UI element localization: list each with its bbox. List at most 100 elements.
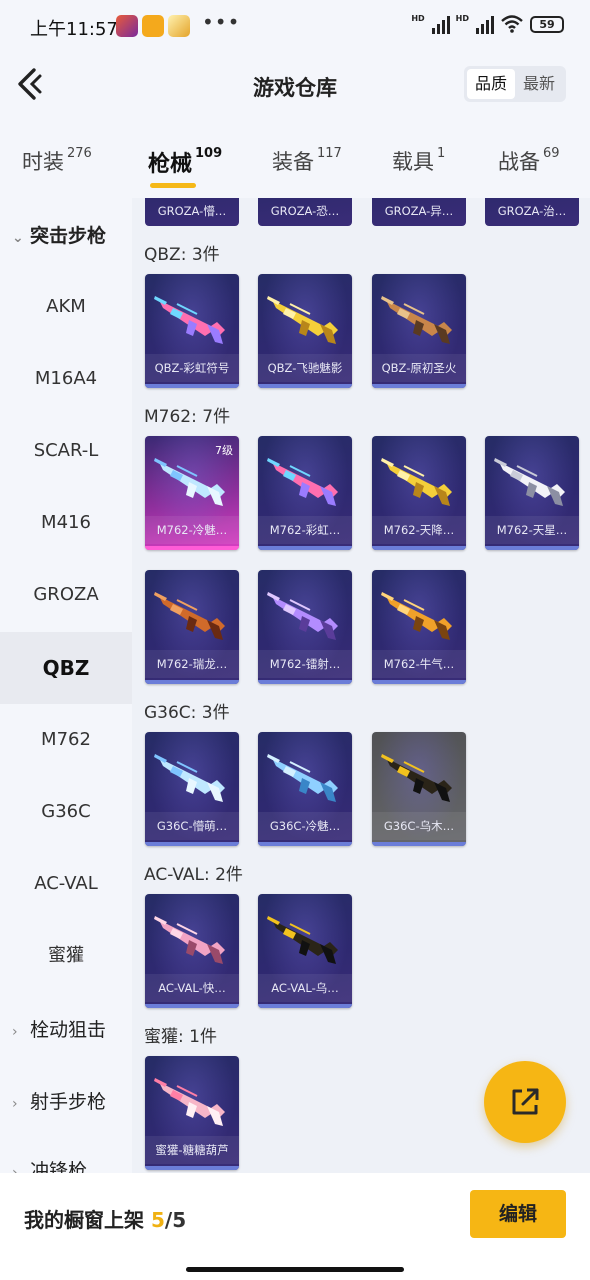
sidebar-item-akm[interactable]: AKM — [0, 271, 132, 343]
weapon-card[interactable]: GROZA-懵… — [145, 198, 239, 226]
weapon-name: QBZ-飞驰魅影 — [258, 354, 352, 382]
rifle-icon — [267, 916, 338, 964]
weapon-name: M762-瑞龙… — [145, 650, 239, 678]
section-title-ac-val: AC-VAL: 2件 — [144, 865, 243, 885]
weapon-name: M762-镭射… — [258, 650, 352, 678]
rarity-bar — [372, 384, 466, 388]
sidebar-item-m416[interactable]: M416 — [0, 487, 132, 559]
rarity-bar — [372, 842, 466, 846]
weapon-card[interactable]: G36C-乌木… — [372, 732, 466, 846]
rifle-icon — [154, 1078, 225, 1126]
share-icon — [512, 1088, 539, 1115]
weapon-name: G36C-懵萌… — [145, 812, 239, 840]
weapon-card[interactable]: GROZA-异… — [372, 198, 466, 226]
weapon-card[interactable]: 7级 M762-冷魅… — [145, 436, 239, 550]
rifle-icon — [267, 754, 338, 802]
weapon-card[interactable]: QBZ-原初圣火 — [372, 274, 466, 388]
sidebar-item-groza[interactable]: GROZA — [0, 559, 132, 631]
weapon-card[interactable]: 蜜獾-糖糖葫芦 — [145, 1056, 239, 1170]
tab-count: 1 — [437, 146, 446, 161]
tab-count: 109 — [195, 146, 223, 161]
tab-battle-prep[interactable]: 战备 69 — [498, 146, 560, 176]
weapon-name: M762-彩虹… — [258, 516, 352, 544]
rifle-icon — [494, 458, 565, 506]
weapon-name: GROZA-异… — [384, 204, 454, 218]
weapon-card[interactable]: AC-VAL-快… — [145, 894, 239, 1008]
weapon-card[interactable]: GROZA-治… — [485, 198, 579, 226]
weapon-name: M762-天星… — [485, 516, 579, 544]
chevron-right-icon: › — [12, 1165, 18, 1173]
weapon-card[interactable]: GROZA-恐… — [258, 198, 352, 226]
sidebar-item-qbz[interactable]: QBZ — [0, 632, 132, 704]
status-time: 上午11:57 — [30, 19, 118, 40]
weapon-card[interactable]: QBZ-飞驰魅影 — [258, 274, 352, 388]
home-indicator[interactable] — [186, 1267, 404, 1272]
weapon-card[interactable]: M762-天星… — [485, 436, 579, 550]
sidebar-item-honey-badger[interactable]: 蜜獾 — [0, 920, 132, 992]
edit-button[interactable]: 编辑 — [470, 1190, 566, 1238]
sidebar-item-m762[interactable]: M762 — [0, 704, 132, 776]
rifle-icon — [381, 296, 452, 344]
weapon-name: G36C-冷魅… — [258, 812, 352, 840]
weapon-card[interactable]: M762-天降… — [372, 436, 466, 550]
rarity-bar — [258, 1004, 352, 1008]
rarity-bar — [372, 546, 466, 550]
weapon-name: AC-VAL-快… — [145, 974, 239, 1002]
weapon-card[interactable]: G36C-冷魅… — [258, 732, 352, 846]
weapon-name: GROZA-恐… — [270, 204, 340, 218]
weapon-name: GROZA-治… — [497, 204, 567, 218]
rifle-icon — [154, 916, 225, 964]
section-title-g36c: G36C: 3件 — [144, 703, 230, 723]
signal-icon — [431, 14, 450, 34]
rifle-icon — [381, 754, 452, 802]
rifle-icon — [267, 296, 338, 344]
sort-option-quality[interactable]: 品质 — [466, 69, 515, 99]
tab-costume[interactable]: 时装 276 — [22, 146, 92, 176]
tab-label: 战备 — [498, 150, 540, 174]
category-tabs: 时装 276 枪械 109 装备 117 载具 1 战备 69 — [0, 122, 590, 198]
sort-toggle: 品质 最新 — [463, 66, 566, 102]
weapon-card[interactable]: AC-VAL-乌… — [258, 894, 352, 1008]
rifle-icon — [154, 592, 225, 640]
sidebar-group-bolt-sniper[interactable]: › 栓动狙击 — [12, 1012, 106, 1048]
sidebar-group-label: 冲锋枪 — [30, 1160, 88, 1173]
weapon-card[interactable]: M762-瑞龙… — [145, 570, 239, 684]
weapon-grid: GROZA-懵… GROZA-恐… GROZA-异… GROZA-治… QBZ:… — [132, 198, 590, 1173]
sidebar-item-scar-l[interactable]: SCAR-L — [0, 415, 132, 487]
sidebar-group-label: 栓动狙击 — [30, 1019, 107, 1041]
sidebar-group-marksman-rifle[interactable]: › 射手步枪 — [12, 1084, 106, 1120]
weapon-card[interactable]: M762-彩虹… — [258, 436, 352, 550]
weapon-card[interactable]: M762-镭射… — [258, 570, 352, 684]
weapon-card[interactable]: G36C-懵萌… — [145, 732, 239, 846]
section-title-m762: M762: 7件 — [144, 407, 231, 427]
tab-guns[interactable]: 枪械 109 — [148, 146, 223, 188]
notification-app-icon-note — [142, 15, 164, 37]
wifi-icon — [501, 15, 523, 33]
tab-count: 69 — [543, 146, 560, 161]
rifle-icon — [381, 458, 452, 506]
sidebar-group-smg[interactable]: › 冲锋枪 — [12, 1153, 87, 1173]
weapon-card[interactable]: QBZ-彩虹符号 — [145, 274, 239, 388]
rifle-icon — [154, 296, 225, 344]
share-button[interactable] — [484, 1061, 566, 1143]
sidebar-item-g36c[interactable]: G36C — [0, 776, 132, 848]
more-notifications-icon: ••• — [202, 10, 241, 34]
tab-label: 时装 — [22, 150, 64, 174]
rarity-bar — [258, 680, 352, 684]
level-badge: 7级 — [215, 444, 233, 457]
rarity-bar — [258, 842, 352, 846]
rarity-bar — [145, 384, 239, 388]
sidebar-group-assault-rifle[interactable]: ⌄ 突击步枪 — [12, 218, 106, 254]
rarity-bar — [145, 1166, 239, 1170]
sidebar-item-m16a4[interactable]: M16A4 — [0, 343, 132, 415]
sidebar-group-label: 突击步枪 — [30, 225, 107, 247]
sidebar-item-ac-val[interactable]: AC-VAL — [0, 848, 132, 920]
weapon-card[interactable]: M762-牛气… — [372, 570, 466, 684]
chevron-down-icon: ⌄ — [12, 230, 24, 246]
bottom-bar: 我的橱窗上架 5/5 编辑 — [0, 1173, 590, 1280]
tab-gear[interactable]: 装备 117 — [272, 146, 342, 176]
tab-vehicle[interactable]: 载具 1 — [392, 146, 445, 176]
sort-option-latest[interactable]: 最新 — [515, 69, 563, 99]
weapon-name: GROZA-懵… — [157, 204, 227, 218]
tab-label: 装备 — [272, 150, 314, 174]
